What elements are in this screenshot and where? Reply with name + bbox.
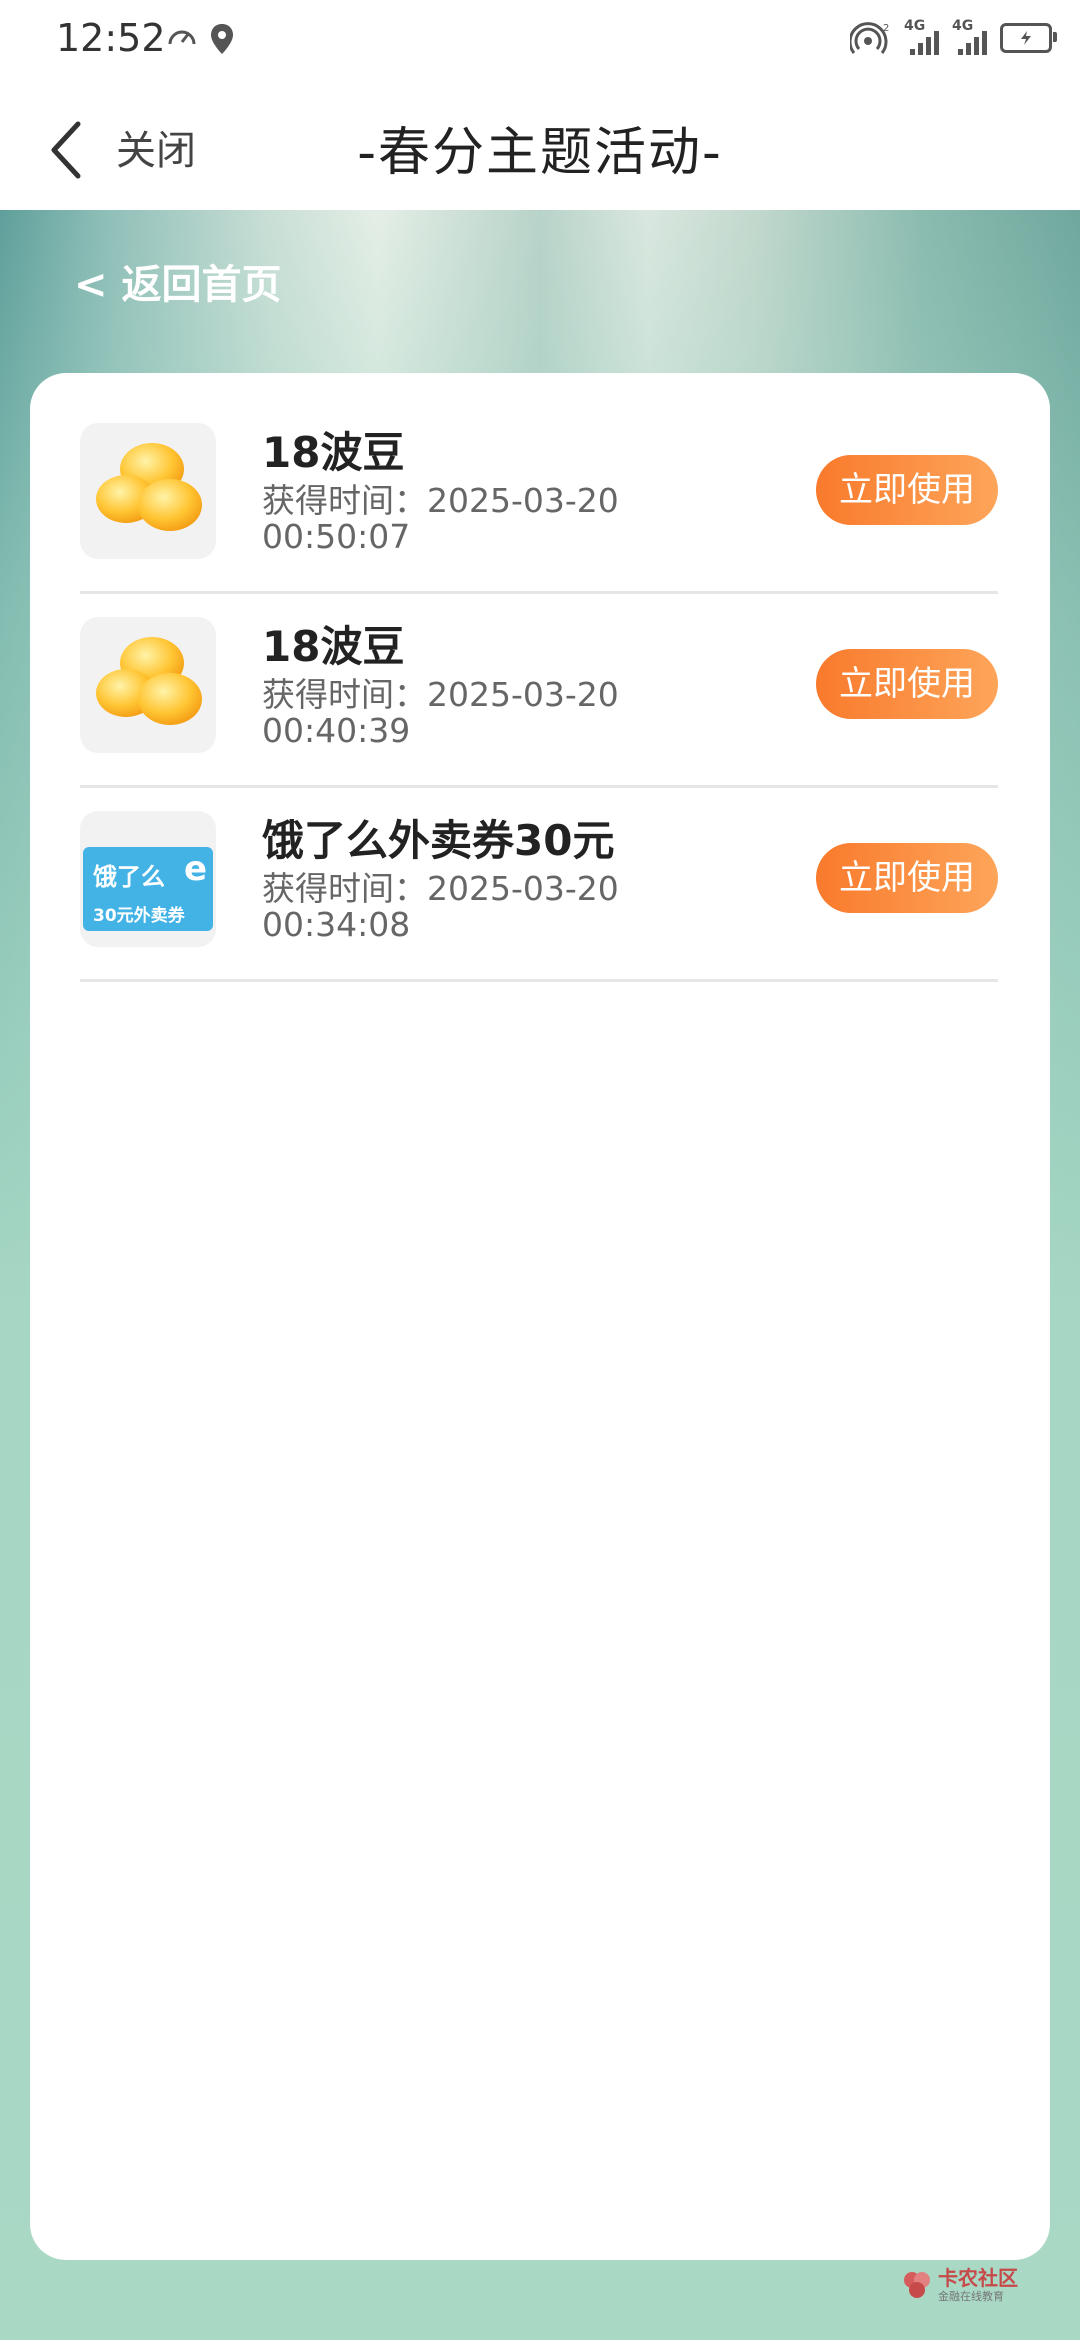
reward-list-card: 18波豆 获得时间：2025-03-20 00:50:07 立即使用 18波豆 …: [30, 373, 1050, 2260]
item-title: 饿了么外卖券30元: [262, 816, 615, 865]
watermark-logo-icon: [904, 2272, 930, 2298]
list-item: 饿了么 e 30元外卖券 饿了么外卖券30元 获得时间：2025-03-20 0…: [80, 785, 998, 982]
item-time: 获得时间：2025-03-20 00:40:39: [262, 675, 619, 750]
nav-bar: 关闭 -春分主题活动-: [0, 80, 1080, 210]
status-time: 12:52: [56, 16, 166, 60]
battery-icon: [1000, 23, 1057, 53]
page-title: -春分主题活动-: [357, 123, 723, 183]
status-right: 2 4G 4G: [850, 18, 1057, 58]
item-title: 18波豆: [262, 622, 405, 671]
signal-2: 4G: [952, 19, 987, 55]
signal-icon: [910, 25, 939, 55]
item-title: 18波豆: [262, 428, 405, 477]
list-item: 18波豆 获得时间：2025-03-20 00:50:07 立即使用: [80, 397, 998, 594]
status-bar: 12:52 2 4G 4G: [0, 0, 1080, 80]
location-icon: [211, 24, 233, 54]
eleme-coupon-icon: 饿了么 e 30元外卖券: [80, 811, 216, 947]
signal-1: 4G: [904, 19, 939, 55]
speed-icon: [168, 30, 196, 45]
use-now-button[interactable]: 立即使用: [816, 649, 998, 719]
coupon-graphic: 饿了么 e 30元外卖券: [83, 847, 213, 931]
list-item: 18波豆 获得时间：2025-03-20 00:40:39 立即使用: [80, 591, 998, 788]
use-now-button[interactable]: 立即使用: [816, 843, 998, 913]
svg-text:2: 2: [883, 23, 889, 34]
item-time: 获得时间：2025-03-20 00:34:08: [262, 869, 619, 944]
watermark: 卡农社区 金融在线教育: [900, 2262, 1030, 2308]
signal-icon: [958, 25, 987, 55]
use-now-button[interactable]: 立即使用: [816, 455, 998, 525]
back-home-link[interactable]: < 返回首页: [74, 252, 281, 310]
item-time: 获得时间：2025-03-20 00:50:07: [262, 481, 619, 556]
hotspot-icon: 2: [850, 22, 889, 54]
beans-icon: [80, 617, 216, 753]
beans-icon: [80, 423, 216, 559]
